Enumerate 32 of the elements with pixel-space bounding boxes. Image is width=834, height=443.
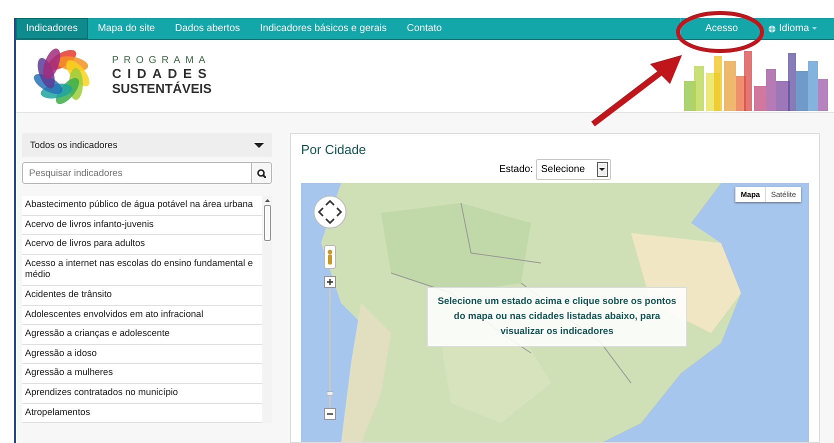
street-view-icon[interactable] xyxy=(324,245,336,269)
indicator-list-item[interactable]: Acidentes de trânsito xyxy=(22,286,262,306)
indicator-list-item[interactable]: Aprendizes contratados no município xyxy=(22,384,262,404)
nav-tab[interactable]: Indicadores xyxy=(16,18,88,39)
indicator-list-item[interactable]: Abastecimento público de água potável na área urbana xyxy=(22,196,262,216)
state-label: Estado: xyxy=(499,164,533,175)
scrollbar[interactable] xyxy=(262,196,272,424)
indicator-filter-dropdown[interactable]: Todos os indicadores xyxy=(22,133,272,157)
caret-icon[interactable] xyxy=(254,142,264,148)
indicator-list-item[interactable]: Atropelamentos xyxy=(22,404,262,424)
pan-control[interactable] xyxy=(313,195,347,229)
indicator-list-item[interactable]: Acervo de livros infanto-juvenis xyxy=(22,216,262,236)
zoom-out-button[interactable] xyxy=(324,408,336,420)
zoom-in-button[interactable] xyxy=(324,276,336,288)
zoom-slider[interactable] xyxy=(327,289,333,407)
scroll-up-icon[interactable] xyxy=(264,199,270,202)
search-button[interactable] xyxy=(252,162,272,184)
panel-title: Por Cidade xyxy=(301,142,368,157)
logo-text: CIDADES xyxy=(112,66,213,82)
indicator-list-item[interactable]: Agressão a idoso xyxy=(22,344,262,364)
indicator-list-item[interactable]: Acervo de livros para adultos xyxy=(22,235,262,255)
indicator-list-item[interactable]: Agressão a crianças e adolescente xyxy=(22,325,262,345)
search-icon[interactable] xyxy=(257,168,266,178)
indicator-list-item[interactable]: Agressão a mulheres xyxy=(22,364,262,384)
map-message: Selecione um estado acima e clique sobre os pontos do mapa ou nas cidades listadas abaixo, para visualizar os indicadores xyxy=(427,287,687,347)
state-select[interactable]: Selecione xyxy=(536,159,611,180)
scroll-thumb[interactable] xyxy=(264,205,270,241)
search-field[interactable]: Pesquisar indicadores xyxy=(22,162,252,184)
caret-icon[interactable] xyxy=(599,168,606,171)
indicator-list-item[interactable]: Adolescentes envolvidos em ato infracional xyxy=(22,306,262,326)
logo-text: PROGRAMA xyxy=(112,55,212,67)
logo-text: SUSTENTÁVEIS xyxy=(112,82,213,97)
